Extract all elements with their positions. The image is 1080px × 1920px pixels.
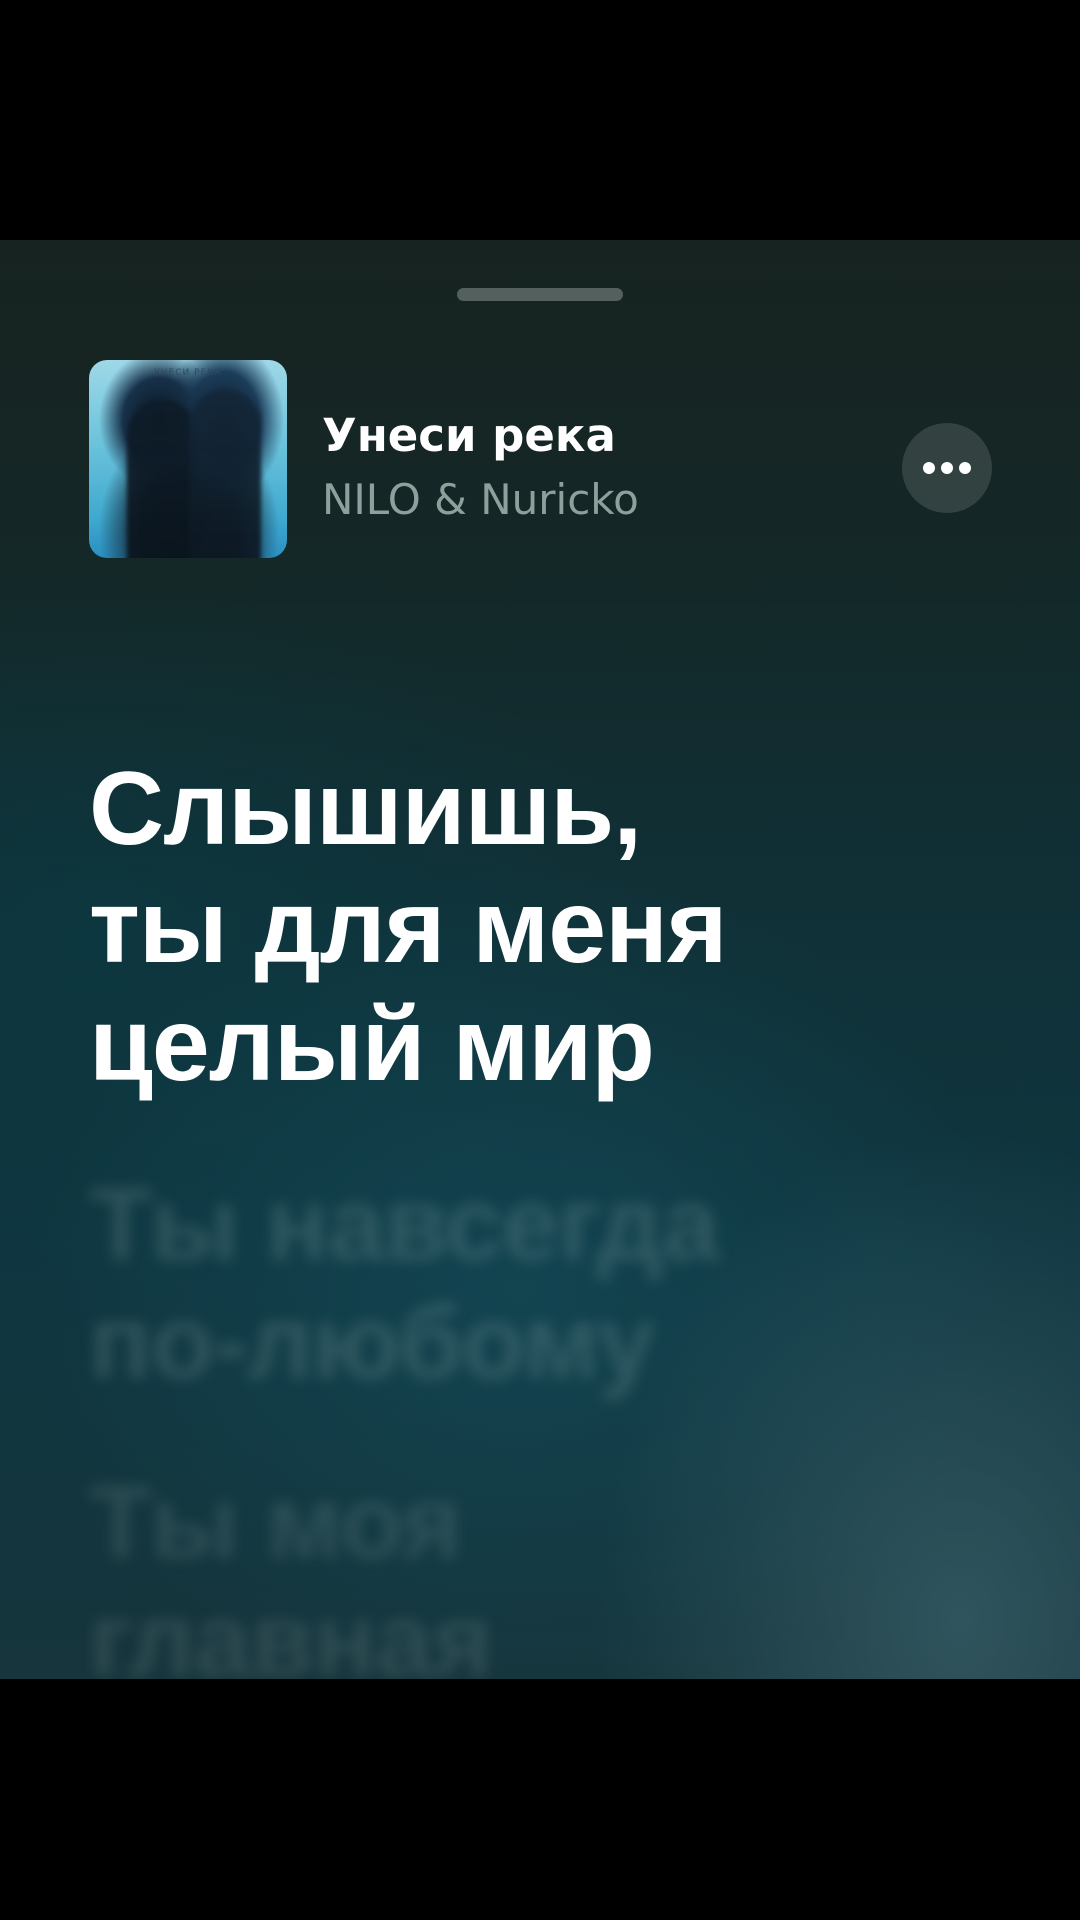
album-art-caption: УНЕСИ РЕКА [154, 368, 222, 378]
album-art-figure-left [127, 400, 197, 558]
album-art-figure-right [189, 390, 261, 558]
ellipsis-icon-dot-2 [941, 462, 953, 474]
ellipsis-icon [923, 462, 935, 474]
lyric-line-current[interactable]: Слышишь, ты для меня целый мир [89, 750, 1009, 1104]
more-options-button[interactable] [902, 423, 992, 513]
lyrics-view[interactable]: Слышишь, ты для меня целый мир Ты навсег… [89, 750, 1009, 1679]
ellipsis-icon-dot-3 [959, 462, 971, 474]
letterbox-top [0, 0, 1080, 240]
screen: УНЕСИ РЕКА Слышишь, ты для меня целый ми… [0, 0, 1080, 1920]
album-artwork[interactable]: УНЕСИ РЕКА [89, 360, 287, 558]
track-artist[interactable]: NILO & Nuricko [322, 472, 639, 528]
sheet-grabber[interactable] [457, 288, 623, 301]
lyric-line-next[interactable]: Ты навсегда по-любому [89, 1166, 1009, 1402]
track-title[interactable]: Унеси река [322, 408, 616, 464]
letterbox-bottom [0, 1679, 1080, 1920]
lyric-line-after-next[interactable]: Ты моя главная [89, 1464, 1009, 1679]
